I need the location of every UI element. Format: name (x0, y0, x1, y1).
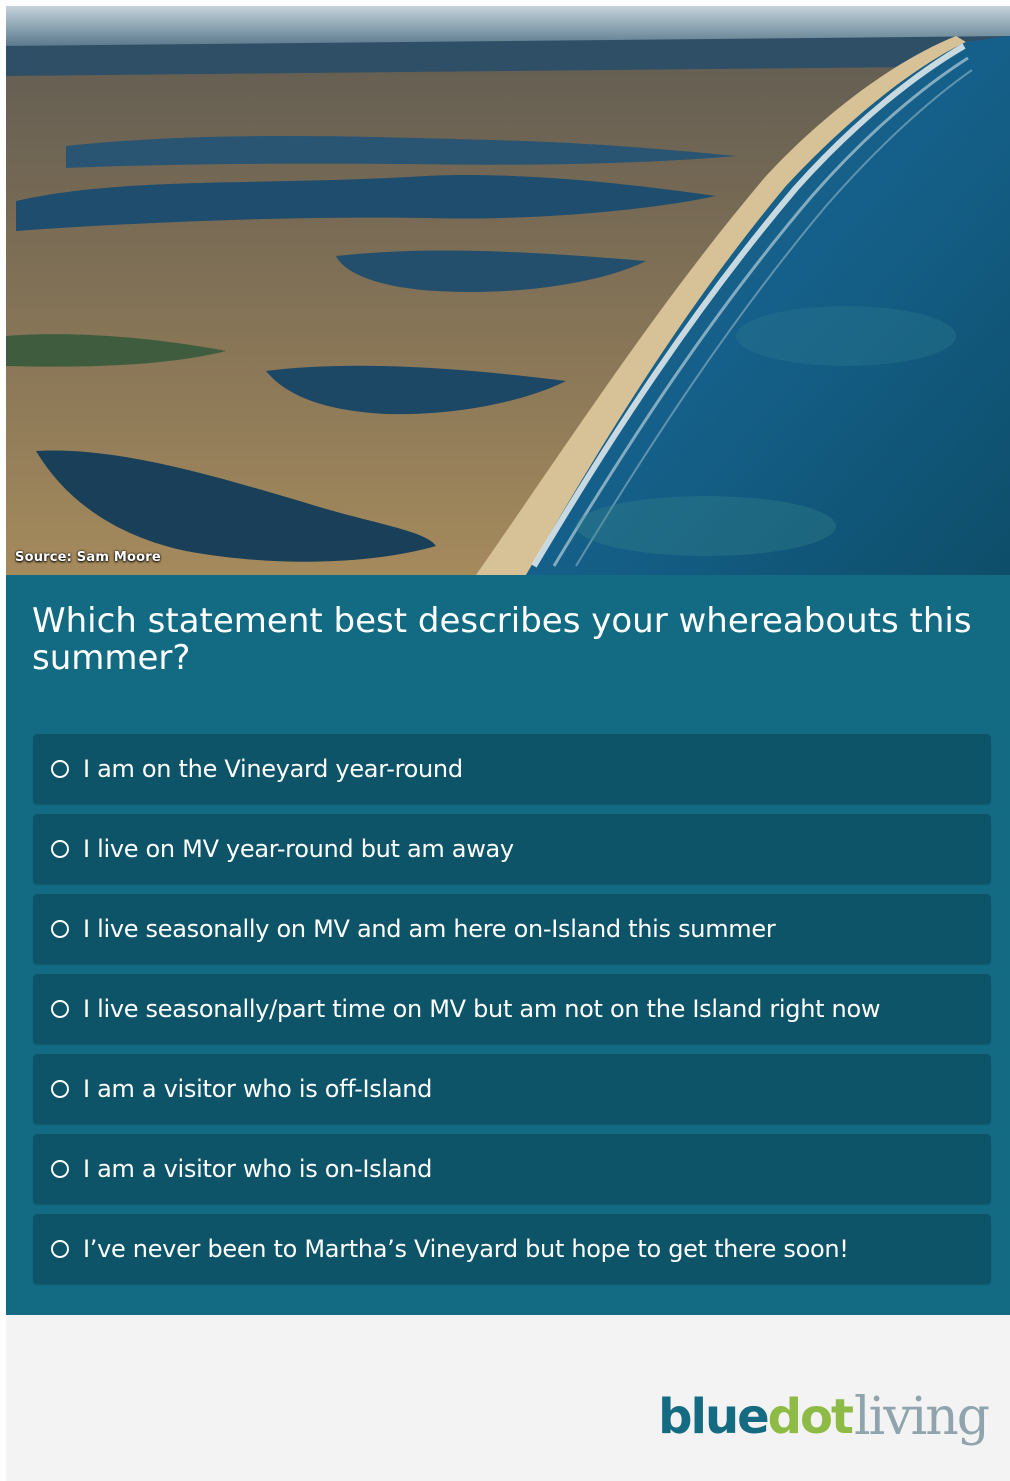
logo-text-dot: dot (767, 1389, 854, 1445)
poll-option-label: I live seasonally on MV and am here on-I… (83, 915, 776, 943)
poll-option-label: I live seasonally/part time on MV but am… (83, 995, 881, 1023)
poll-panel: Which statement best describes your wher… (6, 575, 1010, 1315)
radio-button-icon[interactable] (51, 1240, 69, 1258)
radio-button-icon[interactable] (51, 920, 69, 938)
poll-option-1[interactable]: I am on the Vineyard year-round (33, 734, 991, 804)
poll-option-5[interactable]: I am a visitor who is off-Island (33, 1054, 991, 1124)
poll-page: Source: Sam Moore Which statement best d… (0, 0, 1010, 1481)
logo-text-blue: blue (658, 1389, 770, 1445)
poll-option-2[interactable]: I live on MV year-round but am away (33, 814, 991, 884)
poll-option-label: I am a visitor who is off-Island (83, 1075, 433, 1103)
radio-button-icon[interactable] (51, 1080, 69, 1098)
poll-option-3[interactable]: I live seasonally on MV and am here on-I… (33, 894, 991, 964)
photo-credit: Source: Sam Moore (15, 550, 161, 565)
poll-option-4[interactable]: I live seasonally/part time on MV but am… (33, 974, 991, 1044)
coastline-aerial-image (6, 6, 1010, 575)
poll-options: I am on the Vineyard year-round I live o… (33, 734, 991, 1294)
radio-button-icon[interactable] (51, 1160, 69, 1178)
radio-button-icon[interactable] (51, 1000, 69, 1018)
hero-photo: Source: Sam Moore (6, 6, 1010, 575)
poll-question: Which statement best describes your wher… (32, 601, 972, 678)
poll-option-7[interactable]: I’ve never been to Martha’s Vineyard but… (33, 1214, 991, 1284)
poll-option-label: I’ve never been to Martha’s Vineyard but… (83, 1235, 849, 1263)
bluedotliving-logo[interactable]: blue dot living (658, 1361, 990, 1447)
radio-button-icon[interactable] (51, 840, 69, 858)
poll-option-label: I live on MV year-round but am away (83, 835, 514, 863)
radio-button-icon[interactable] (51, 760, 69, 778)
poll-option-6[interactable]: I am a visitor who is on-Island (33, 1134, 991, 1204)
logo-text-living: living (853, 1387, 990, 1447)
footer: blue dot living (6, 1315, 1010, 1481)
poll-option-label: I am a visitor who is on-Island (83, 1155, 433, 1183)
poll-option-label: I am on the Vineyard year-round (83, 755, 463, 783)
